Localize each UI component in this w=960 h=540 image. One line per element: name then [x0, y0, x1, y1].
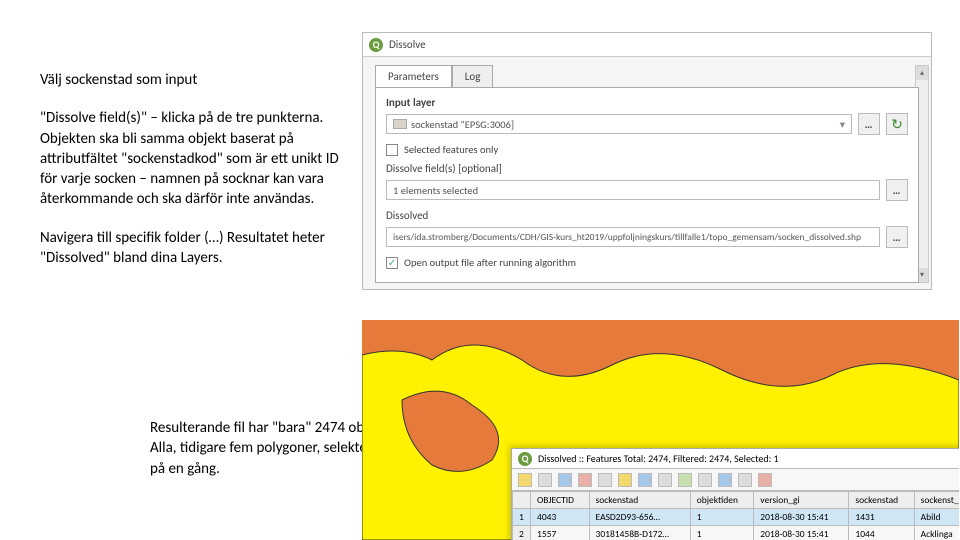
invert-selection-icon[interactable]: [638, 473, 652, 487]
open-output-checkbox[interactable]: [386, 257, 398, 269]
select-icon[interactable]: [598, 473, 612, 487]
selected-features-label: Selected features only: [404, 143, 498, 156]
dialog-titlebar: Q Dissolve: [363, 33, 931, 57]
cell: 2018-08-30 15:41: [754, 509, 849, 526]
field-calc-icon[interactable]: [718, 473, 732, 487]
chevron-down-icon: ▾: [840, 118, 845, 131]
cell: 1557: [531, 526, 590, 540]
cell: 30181458B-D172…: [589, 526, 690, 540]
input-layer-browse-button[interactable]: …: [858, 113, 880, 135]
select-by-expr-icon[interactable]: [618, 473, 632, 487]
tab-log[interactable]: Log: [452, 65, 494, 87]
label-dissolve-fields: Dissolve field(s) [optional]: [386, 162, 908, 175]
table-row[interactable]: 1 4043 EASD2D93-656… 1 2018-08-30 15:41 …: [513, 509, 960, 526]
edit-icon[interactable]: [518, 473, 532, 487]
selected-features-checkbox[interactable]: [386, 144, 398, 156]
attribute-table-window: Q Dissolved :: Features Total: 2474, Fil…: [511, 448, 959, 540]
attribute-table: OBJECTID sockenstad objektiden version_g…: [512, 491, 959, 540]
col-objectid[interactable]: OBJECTID: [531, 492, 590, 509]
col-sockenstad[interactable]: sockenstad: [589, 492, 690, 509]
dialog-title-text: Dissolve: [389, 38, 426, 51]
dock-icon[interactable]: [758, 473, 772, 487]
zoom-selected-icon[interactable]: [678, 473, 692, 487]
tab-parameters[interactable]: Parameters: [375, 65, 452, 87]
cell: Abild: [914, 509, 959, 526]
cell: 1: [690, 526, 754, 540]
col-sockenstad2[interactable]: sockenstad: [849, 492, 914, 509]
attribute-table-titlebar: Q Dissolved :: Features Total: 2474, Fil…: [512, 449, 959, 469]
table-header-row: OBJECTID sockenstad objektiden version_g…: [513, 492, 960, 509]
cell: 4043: [531, 509, 590, 526]
instructions-left: Välj sockenstad som input "Dissolve fiel…: [40, 70, 350, 286]
label-dissolved: Dissolved: [386, 209, 908, 222]
iterate-button[interactable]: ↻: [886, 113, 908, 135]
scroll-up-icon[interactable]: ▴: [916, 66, 928, 80]
input-layer-field[interactable]: sockenstad "EPSG:3006] ▾: [386, 114, 852, 134]
parameters-panel: Input layer sockenstad "EPSG:3006] ▾ … ↻…: [375, 87, 919, 283]
tabs: Parameters Log: [375, 65, 493, 87]
cell: 1: [513, 509, 531, 526]
deselect-icon[interactable]: [658, 473, 672, 487]
col-version-gi[interactable]: version_gi: [754, 492, 849, 509]
instr-p3: Navigera till specifik folder (…) Result…: [40, 228, 350, 269]
open-output-label: Open output file after running algorithm: [404, 256, 576, 269]
qgis-logo-icon: Q: [518, 452, 532, 466]
cell: 1431: [849, 509, 914, 526]
col-rownum[interactable]: [513, 492, 531, 509]
cell: 2018-08-30 15:41: [754, 526, 849, 540]
qgis-logo-icon: Q: [369, 38, 383, 52]
add-feature-icon[interactable]: [558, 473, 572, 487]
delete-selected-icon[interactable]: [578, 473, 592, 487]
label-input-layer: Input layer: [386, 96, 908, 109]
save-edits-icon[interactable]: [538, 473, 552, 487]
col-sockenst-1[interactable]: sockenst_1: [914, 492, 959, 509]
cell: 2: [513, 526, 531, 540]
dissolve-fields-value: 1 elements selected: [393, 184, 478, 197]
instr-p2: "Dissolve field(s)" – klicka på de tre p…: [40, 108, 350, 209]
cell: 1044: [849, 526, 914, 540]
map-preview: Q Dissolved :: Features Total: 2474, Fil…: [362, 320, 959, 540]
cell: 1: [690, 509, 754, 526]
dissolved-output-field[interactable]: isers/ida.stromberg/Documents/CDH/GIS-ku…: [386, 227, 880, 247]
dissolved-output-browse-button[interactable]: …: [886, 226, 908, 248]
cell: EASD2D93-656…: [589, 509, 690, 526]
dissolved-output-value: isers/ida.stromberg/Documents/CDH/GIS-ku…: [393, 231, 861, 243]
instr-p1: Välj sockenstad som input: [40, 70, 350, 90]
table-row[interactable]: 2 1557 30181458B-D172… 1 2018-08-30 15:4…: [513, 526, 960, 540]
cell: Acklinga: [914, 526, 959, 540]
col-objektiden[interactable]: objektiden: [690, 492, 754, 509]
dissolve-fields-browse-button[interactable]: …: [886, 179, 908, 201]
column-icon[interactable]: [738, 473, 752, 487]
layer-icon: [393, 119, 407, 129]
attribute-table-toolbar: [512, 469, 959, 491]
filter-icon[interactable]: [698, 473, 712, 487]
input-layer-value: sockenstad "EPSG:3006]: [411, 118, 514, 131]
dissolve-dialog: Q Dissolve ▴ ▾ Parameters Log Input laye…: [362, 32, 932, 290]
iterate-icon: ↻: [891, 116, 903, 133]
dissolve-fields-field[interactable]: 1 elements selected: [386, 180, 880, 200]
attribute-table-title: Dissolved :: Features Total: 2474, Filte…: [538, 452, 779, 465]
